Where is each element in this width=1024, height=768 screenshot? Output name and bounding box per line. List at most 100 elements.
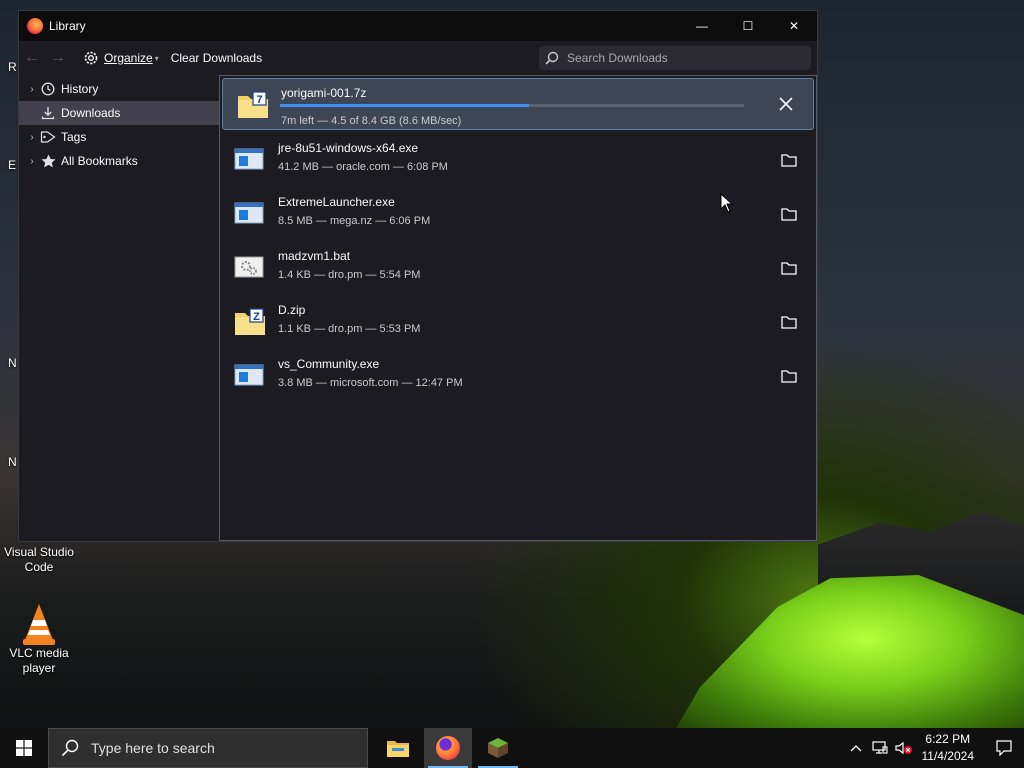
file-explorer-icon xyxy=(387,741,409,757)
downloads-list: 7 yorigami-001.7z 7m left — 4.5 of 8.4 G… xyxy=(219,75,817,541)
batch-file-icon xyxy=(234,254,264,280)
firefox-icon xyxy=(436,736,460,760)
download-filename: D.zip xyxy=(278,303,306,317)
window-title: Library xyxy=(49,19,86,33)
download-filename: yorigami-001.7z xyxy=(281,86,367,100)
taskbar-app-minecraft[interactable] xyxy=(474,728,522,768)
gear-icon xyxy=(84,51,98,65)
download-status: 1.1 KB — dro.pm — 5:53 PM xyxy=(278,323,421,335)
desktop-icon-label-fragment: N xyxy=(8,356,17,370)
tag-icon xyxy=(39,130,57,144)
minimize-button[interactable]: — xyxy=(679,11,725,41)
sidebar-item-all-bookmarks[interactable]: › All Bookmarks xyxy=(19,149,219,173)
desktop-icon-label-fragment: E xyxy=(8,158,17,172)
cancel-download-button[interactable] xyxy=(775,93,797,115)
sidebar-item-downloads[interactable]: Downloads xyxy=(19,101,219,125)
show-in-folder-button[interactable] xyxy=(778,203,800,225)
download-status: 3.8 MB — microsoft.com — 12:47 PM xyxy=(278,377,463,389)
folder-icon xyxy=(781,154,797,167)
action-center-button[interactable] xyxy=(984,740,1024,756)
show-in-folder-button[interactable] xyxy=(778,311,800,333)
svg-text:7: 7 xyxy=(256,94,262,106)
close-button[interactable]: ✕ xyxy=(771,11,817,41)
download-status: 7m left — 4.5 of 8.4 GB (8.6 MB/sec) xyxy=(281,115,462,127)
desktop-icon-vlc[interactable]: VLC media player xyxy=(0,602,78,676)
search-icon xyxy=(545,51,559,65)
download-item-active[interactable]: 7 yorigami-001.7z 7m left — 4.5 of 8.4 G… xyxy=(222,78,814,130)
download-icon xyxy=(39,106,57,120)
taskbar: 6:22 PM 11/4/2024 xyxy=(0,728,1024,768)
close-icon xyxy=(779,97,793,111)
chevron-right-icon[interactable]: › xyxy=(25,132,39,143)
download-item[interactable]: vs_Community.exe 3.8 MB — microsoft.com … xyxy=(220,350,816,402)
download-status: 1.4 KB — dro.pm — 5:54 PM xyxy=(278,269,421,281)
download-status: 41.2 MB — oracle.com — 6:08 PM xyxy=(278,161,448,173)
windows-logo-icon xyxy=(16,740,32,756)
download-status: 8.5 MB — mega.nz — 6:06 PM xyxy=(278,215,431,227)
exe-icon xyxy=(234,200,264,226)
firefox-icon xyxy=(27,18,43,34)
desktop-icon-label-fragment: N xyxy=(8,455,17,469)
show-in-folder-button[interactable] xyxy=(778,257,800,279)
chevron-up-icon xyxy=(850,745,861,752)
star-icon xyxy=(39,154,57,168)
vlc-cone-icon xyxy=(19,602,59,645)
download-filename: ExtremeLauncher.exe xyxy=(278,195,395,209)
chevron-right-icon[interactable]: › xyxy=(25,84,39,95)
network-icon[interactable] xyxy=(868,741,892,755)
download-filename: madzvm1.bat xyxy=(278,249,351,263)
search-downloads-input[interactable] xyxy=(565,50,789,66)
sidebar-item-label: All Bookmarks xyxy=(61,154,138,168)
system-tray: 6:22 PM 11/4/2024 xyxy=(844,728,1024,768)
desktop-icon-label: VLC media player xyxy=(9,646,69,675)
window-titlebar[interactable]: Library — ☐ ✕ xyxy=(19,11,817,41)
archive-7z-icon: 7 xyxy=(237,91,268,118)
library-sidebar: › History Downloads › Tags › All Bookmar… xyxy=(19,75,219,541)
taskbar-app-firefox[interactable] xyxy=(424,728,472,768)
sidebar-item-label: Tags xyxy=(61,130,87,144)
chevron-right-icon[interactable]: › xyxy=(25,156,39,167)
clear-downloads-button[interactable]: Clear Downloads xyxy=(171,51,262,65)
show-hidden-icons-button[interactable] xyxy=(844,744,868,752)
chevron-down-icon: ▾ xyxy=(154,53,159,63)
sidebar-item-label: Downloads xyxy=(61,106,121,120)
search-box xyxy=(539,46,811,70)
taskbar-search[interactable] xyxy=(48,728,368,768)
desktop-icon-vscode[interactable]: Visual Studio Code xyxy=(0,545,78,575)
forward-button[interactable]: → xyxy=(45,49,71,67)
exe-icon xyxy=(234,146,264,172)
zip-icon: Z xyxy=(234,308,265,335)
folder-icon xyxy=(781,316,797,329)
folder-icon xyxy=(781,262,797,275)
svg-text:Z: Z xyxy=(253,311,260,323)
download-item[interactable]: madzvm1.bat 1.4 KB — dro.pm — 5:54 PM xyxy=(220,242,816,294)
download-filename: vs_Community.exe xyxy=(278,357,380,371)
download-item[interactable]: Z D.zip 1.1 KB — dro.pm — 5:53 PM xyxy=(220,296,816,348)
download-filename: jre-8u51-windows-x64.exe xyxy=(278,141,419,155)
clock-time: 6:22 PM xyxy=(925,732,971,746)
show-in-folder-button[interactable] xyxy=(778,365,800,387)
notification-icon xyxy=(996,740,1012,756)
sidebar-item-history[interactable]: › History xyxy=(19,77,219,101)
show-in-folder-button[interactable] xyxy=(778,149,800,171)
download-progress-fill xyxy=(280,104,529,107)
organize-button[interactable]: Organize ▾ xyxy=(83,50,159,66)
library-toolbar: ← → Organize ▾ Clear Downloads xyxy=(19,41,817,75)
search-icon xyxy=(61,739,79,757)
desktop-icon-label-fragment: R xyxy=(8,60,17,74)
desktop-icon-label: Visual Studio Code xyxy=(4,545,74,574)
start-button[interactable] xyxy=(0,728,48,768)
volume-muted-icon[interactable] xyxy=(892,741,916,755)
sidebar-item-tags[interactable]: › Tags xyxy=(19,125,219,149)
minecraft-icon xyxy=(488,738,508,758)
folder-icon xyxy=(781,370,797,383)
library-window: Library — ☐ ✕ ← → Organize ▾ Clear Downl… xyxy=(18,10,818,542)
exe-icon xyxy=(234,362,264,388)
maximize-button[interactable]: ☐ xyxy=(725,11,771,41)
back-button[interactable]: ← xyxy=(19,49,45,67)
clock-icon xyxy=(39,82,57,96)
download-item[interactable]: jre-8u51-windows-x64.exe 41.2 MB — oracl… xyxy=(220,134,816,186)
taskbar-app-file-explorer[interactable] xyxy=(374,728,422,768)
taskbar-search-input[interactable] xyxy=(89,739,353,757)
taskbar-clock[interactable]: 6:22 PM 11/4/2024 xyxy=(922,731,975,765)
